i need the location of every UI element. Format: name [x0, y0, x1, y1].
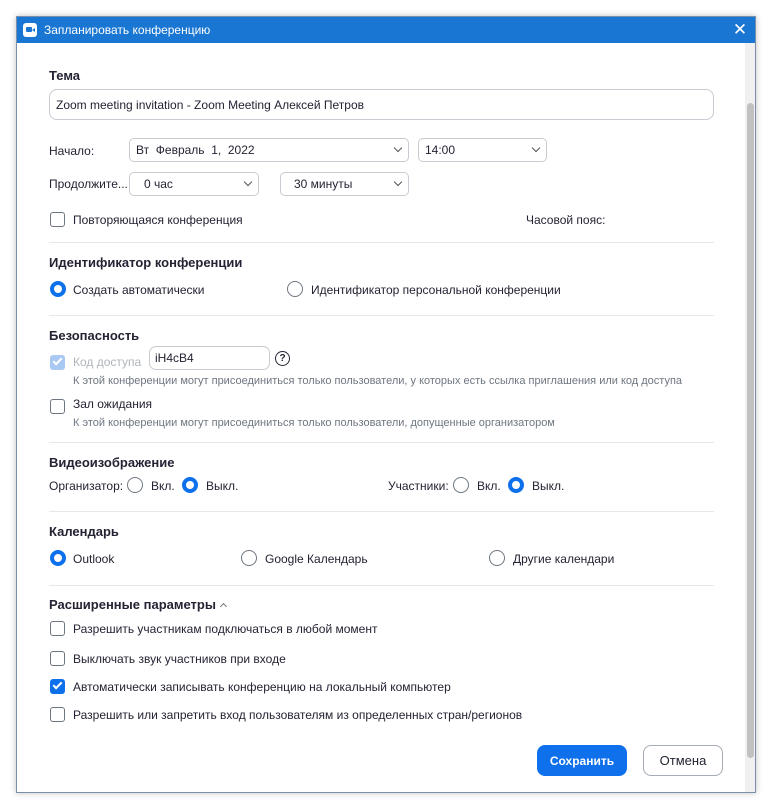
- chevron-down-icon: [393, 177, 403, 187]
- close-button[interactable]: ✕: [725, 17, 755, 43]
- host-video-off-label: Выкл.: [206, 479, 239, 493]
- duration-minutes-value: 30 минуты: [294, 177, 353, 191]
- advanced-option-label: Выключать звук участников при входе: [73, 652, 286, 666]
- advanced-option-checkbox[interactable]: [50, 621, 65, 636]
- advanced-option-checkbox[interactable]: [50, 651, 65, 666]
- passcode-hint: К этой конференции могут присоединиться …: [73, 375, 683, 387]
- check-icon: [52, 679, 63, 690]
- duration-hours-select[interactable]: 0 час: [129, 172, 259, 196]
- host-video-on-label: Вкл.: [151, 479, 175, 493]
- duration-label: Продолжите...: [49, 177, 128, 191]
- radio-auto-id[interactable]: [50, 281, 66, 297]
- vertical-scrollbar[interactable]: [745, 43, 755, 792]
- advanced-option-checkbox[interactable]: [50, 707, 65, 722]
- host-video-off-radio[interactable]: [182, 477, 198, 493]
- waiting-room-checkbox[interactable]: [50, 399, 65, 414]
- host-video-on-radio[interactable]: [127, 477, 143, 493]
- meeting-id-heading: Идентификатор конференции: [49, 255, 243, 270]
- cancel-button[interactable]: Отмена: [643, 745, 723, 776]
- calendar-heading: Календарь: [49, 524, 119, 539]
- participants-video-on-label: Вкл.: [477, 479, 501, 493]
- calendar-google-label: Google Календарь: [265, 552, 368, 566]
- passcode-label: Код доступа: [73, 355, 142, 369]
- waiting-room-label: Зал ожидания: [73, 397, 153, 411]
- duration-hours-value: 0 час: [144, 177, 173, 191]
- radio-personal-id[interactable]: [287, 281, 303, 297]
- chevron-up-icon[interactable]: [219, 602, 228, 611]
- advanced-option-label: Разрешить участникам подключаться в любо…: [73, 622, 378, 636]
- advanced-heading[interactable]: Расширенные параметры: [49, 597, 216, 612]
- participants-video-off-radio[interactable]: [508, 477, 524, 493]
- start-date-value: Вт Февраль 1, 2022: [136, 143, 255, 157]
- divider: [49, 315, 714, 316]
- title-bar: Запланировать конференцию ✕: [17, 17, 755, 43]
- calendar-other-radio[interactable]: [489, 550, 505, 566]
- video-heading: Видеоизображение: [49, 455, 175, 470]
- timezone-label: Часовой пояс:: [526, 213, 606, 227]
- save-button[interactable]: Сохранить: [537, 745, 627, 776]
- start-label: Начало:: [49, 144, 95, 158]
- start-time-value: 14:00: [425, 143, 456, 157]
- recurring-checkbox[interactable]: [50, 212, 65, 227]
- passcode-checkbox[interactable]: [50, 355, 65, 370]
- check-icon: [52, 355, 63, 366]
- topic-input[interactable]: [49, 89, 714, 120]
- calendar-outlook-radio[interactable]: [50, 550, 66, 566]
- participants-video-label: Участники:: [388, 479, 449, 493]
- security-heading: Безопасность: [49, 328, 140, 343]
- help-icon[interactable]: ?: [275, 351, 290, 366]
- chevron-down-icon: [531, 143, 541, 153]
- divider: [49, 242, 714, 243]
- advanced-option-label: Автоматически записывать конференцию на …: [73, 680, 451, 694]
- passcode-input[interactable]: [149, 346, 270, 370]
- zoom-app-icon: [23, 23, 37, 37]
- calendar-outlook-label: Outlook: [73, 552, 115, 566]
- window-title: Запланировать конференцию: [44, 23, 211, 37]
- divider: [49, 442, 714, 443]
- topic-heading: Тема: [49, 68, 81, 83]
- chevron-down-icon: [243, 177, 253, 187]
- waiting-room-hint: К этой конференции могут присоединиться …: [73, 417, 555, 429]
- radio-personal-id-label: Идентификатор персональной конференции: [311, 283, 561, 297]
- participants-video-off-label: Выкл.: [532, 479, 565, 493]
- schedule-meeting-dialog: Запланировать конференцию ✕ Тема Начало:…: [16, 16, 756, 793]
- participants-video-on-radio[interactable]: [453, 477, 469, 493]
- scrollbar-thumb[interactable]: [747, 103, 754, 758]
- duration-minutes-select[interactable]: 30 минуты: [280, 172, 409, 196]
- divider: [49, 585, 714, 586]
- recurring-label: Повторяющаяся конференция: [73, 213, 243, 227]
- divider: [49, 511, 714, 512]
- start-time-select[interactable]: 14:00: [418, 138, 547, 162]
- calendar-google-radio[interactable]: [241, 550, 257, 566]
- advanced-option-checkbox[interactable]: [50, 679, 65, 694]
- start-date-select[interactable]: Вт Февраль 1, 2022: [129, 138, 409, 162]
- advanced-option-label: Разрешить или запретить вход пользовател…: [73, 708, 523, 722]
- scrolled-title-remnant: [117, 41, 377, 46]
- host-video-label: Организатор:: [49, 479, 124, 493]
- radio-auto-id-label: Создать автоматически: [73, 283, 205, 297]
- calendar-other-label: Другие календари: [513, 552, 615, 566]
- chevron-down-icon: [393, 143, 403, 153]
